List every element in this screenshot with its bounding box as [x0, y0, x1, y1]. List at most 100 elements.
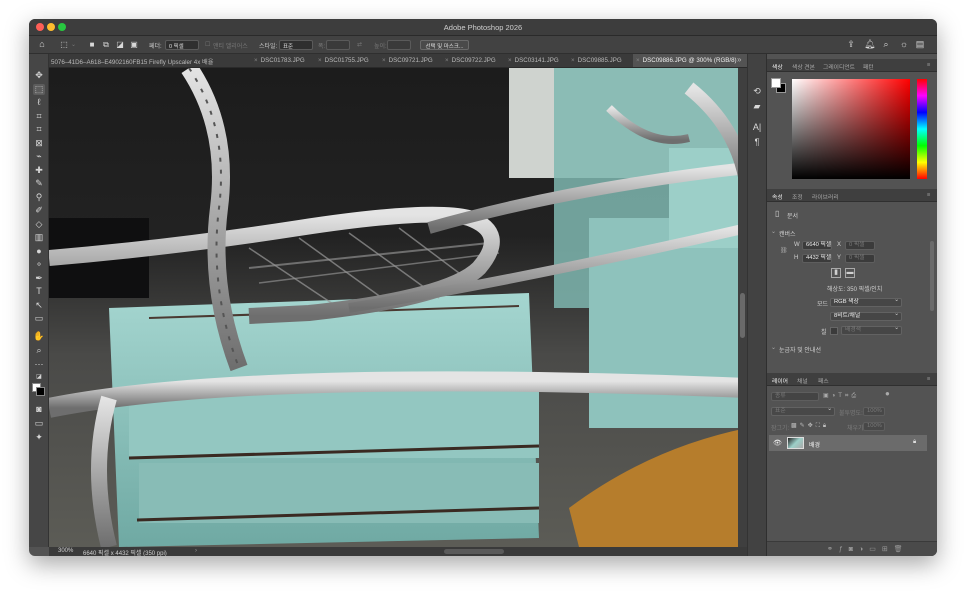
- scroll-thumb[interactable]: [740, 293, 745, 338]
- healing-brush-tool-icon[interactable]: ✚: [33, 165, 45, 176]
- panel-menu-icon[interactable]: ≡: [927, 192, 930, 198]
- chevron-down-icon[interactable]: ⌄: [71, 41, 76, 48]
- tab-channels[interactable]: 채널: [797, 376, 808, 385]
- more-tabs-icon[interactable]: »: [737, 55, 741, 64]
- comment-icon[interactable]: ▰: [752, 102, 762, 111]
- default-colors-icon[interactable]: ◪: [33, 372, 45, 383]
- tab-doc-7[interactable]: × DSC09885.JPG: [571, 54, 633, 67]
- select-and-mask-button[interactable]: 선택 및 마스크...: [420, 40, 469, 50]
- tab-layers[interactable]: 레이어: [772, 376, 788, 385]
- canvas-y-input[interactable]: 0 픽셀: [845, 254, 875, 263]
- tab-doc-1[interactable]: 5076–41D6–A618–E4902160FB15 Firefly Upsc…: [49, 54, 219, 67]
- properties-scrollbar[interactable]: [930, 241, 934, 311]
- swap-icon[interactable]: ⇄: [357, 41, 362, 48]
- move-tool-icon[interactable]: ✥: [33, 70, 45, 81]
- canvas-height-input[interactable]: 4432 픽셀: [802, 254, 832, 263]
- marquee-tool-icon[interactable]: ⬚: [33, 84, 45, 95]
- history-icon[interactable]: ⟲: [752, 87, 762, 96]
- crop-tool-icon[interactable]: ⌗: [33, 124, 45, 135]
- panel-menu-icon[interactable]: ≡: [927, 62, 930, 68]
- tab-swatches[interactable]: 색상 견본: [792, 62, 815, 71]
- share-icon[interactable]: ⇪: [846, 40, 856, 49]
- tab-doc-4[interactable]: × DSC09721.JPG: [382, 54, 442, 67]
- opacity-input[interactable]: 100%: [863, 407, 885, 416]
- quick-mask-icon[interactable]: ◙: [33, 404, 45, 415]
- horizontal-scroll-thumb[interactable]: [444, 549, 504, 554]
- canvas-x-input[interactable]: 0 픽셀: [845, 241, 875, 250]
- landscape-icon[interactable]: ▬: [845, 268, 855, 278]
- close-tab-icon[interactable]: ×: [318, 57, 322, 64]
- dodge-tool-icon[interactable]: ⚬: [33, 259, 45, 270]
- link-icon[interactable]: ⛓: [780, 247, 788, 254]
- hand-tool-icon[interactable]: ✋: [33, 331, 45, 342]
- zoom-tool-icon[interactable]: ⌕: [33, 345, 45, 356]
- close-tab-icon[interactable]: ×: [445, 57, 449, 64]
- document-info[interactable]: 6640 픽셀 x 4432 픽셀 (350 ppi): [83, 548, 167, 556]
- mode-select[interactable]: RGB 색상: [830, 297, 902, 307]
- shape-tool-icon[interactable]: ▭: [33, 313, 45, 324]
- height-input[interactable]: [387, 40, 411, 50]
- blur-tool-icon[interactable]: ●: [33, 246, 45, 257]
- layer-name[interactable]: 배경: [809, 440, 820, 449]
- close-tab-icon[interactable]: ×: [254, 57, 258, 64]
- fill-swatch[interactable]: [830, 327, 838, 335]
- color-field[interactable]: [792, 79, 910, 179]
- lock-icons[interactable]: ▩✎✥⛶🔒︎: [791, 422, 829, 430]
- tab-paths[interactable]: 패스: [818, 376, 829, 385]
- tab-adjustments[interactable]: 조정: [792, 192, 803, 201]
- tab-patterns[interactable]: 패턴: [863, 62, 874, 71]
- eraser-tool-icon[interactable]: ◇: [33, 219, 45, 230]
- new-selection-icon[interactable]: ■: [87, 40, 97, 49]
- character-icon[interactable]: A|: [752, 123, 762, 132]
- screen-mode-icon[interactable]: ▭: [33, 418, 45, 429]
- bit-depth-select[interactable]: 8비트/채널: [830, 311, 902, 321]
- fill-opacity-input[interactable]: 100%: [863, 422, 885, 431]
- tab-doc-6[interactable]: × DSC03141.JPG: [508, 54, 568, 67]
- tab-libraries[interactable]: 라이브러리: [812, 192, 839, 201]
- close-tab-icon[interactable]: ×: [636, 57, 640, 64]
- zoom-level[interactable]: 300%: [58, 548, 73, 554]
- tab-doc-3[interactable]: × DSC01755.JPG: [318, 54, 378, 67]
- subtract-selection-icon[interactable]: ◪: [115, 40, 125, 49]
- more-tools-icon[interactable]: ⋯: [33, 359, 45, 370]
- intersect-selection-icon[interactable]: ▣: [129, 40, 139, 49]
- layer-actions-icons[interactable]: ⚭ƒ◙◑▭⊞🗑︎: [827, 545, 909, 553]
- style-select[interactable]: 표준: [279, 40, 313, 50]
- home-icon[interactable]: ⌂: [37, 40, 47, 49]
- object-selection-tool-icon[interactable]: ⌗: [33, 111, 45, 122]
- tab-gradients[interactable]: 그레이디언트: [823, 62, 855, 71]
- add-selection-icon[interactable]: ⧉: [101, 40, 111, 49]
- layer-row-background[interactable]: 👁︎ 배경 🔒︎: [769, 435, 927, 451]
- type-tool-icon[interactable]: T: [33, 286, 45, 297]
- fg-color-chip[interactable]: [771, 78, 781, 88]
- rulers-section-title[interactable]: 눈금자 및 안내선: [779, 345, 821, 354]
- search-icon[interactable]: ⌕: [881, 40, 891, 49]
- pen-tool-icon[interactable]: ✒: [33, 273, 45, 284]
- generative-icon[interactable]: ✦: [33, 432, 45, 443]
- portrait-icon[interactable]: ▮: [831, 268, 841, 278]
- filter-toggle-icon[interactable]: ●: [885, 389, 890, 398]
- feather-input[interactable]: 0 픽셀: [165, 40, 199, 50]
- gradient-tool-icon[interactable]: ▥: [33, 232, 45, 243]
- clone-stamp-tool-icon[interactable]: ⚲: [33, 192, 45, 203]
- lightbulb-icon[interactable]: ☼: [899, 40, 909, 49]
- width-input[interactable]: [326, 40, 350, 50]
- paragraph-icon[interactable]: ¶: [752, 138, 762, 147]
- eye-icon[interactable]: 👁︎: [773, 439, 782, 447]
- frame-tool-icon[interactable]: ⊠: [33, 138, 45, 149]
- antialias-checkbox[interactable]: ☐: [205, 41, 210, 48]
- lasso-tool-icon[interactable]: ℓ: [33, 97, 45, 108]
- chevron-down-icon[interactable]: ⌄: [771, 228, 776, 235]
- chevron-right-icon[interactable]: ›: [195, 548, 197, 554]
- close-tab-icon[interactable]: ×: [571, 57, 575, 64]
- tab-doc-active[interactable]: × DSC09886.JPG @ 300% (RGB/8): [633, 54, 747, 67]
- vertical-scrollbar[interactable]: [738, 68, 747, 547]
- tab-doc-5[interactable]: × DSC09722.JPG: [445, 54, 505, 67]
- marquee-tool-preset-icon[interactable]: ⬚: [59, 40, 69, 49]
- background-color-swatch[interactable]: [36, 387, 45, 396]
- layer-filter-select[interactable]: 종류: [771, 392, 819, 401]
- tab-color[interactable]: 색상: [772, 62, 783, 71]
- blend-mode-select[interactable]: 표준: [771, 406, 835, 416]
- brush-tool-icon[interactable]: ✎: [33, 178, 45, 189]
- workspace-icon[interactable]: ▤: [915, 40, 925, 49]
